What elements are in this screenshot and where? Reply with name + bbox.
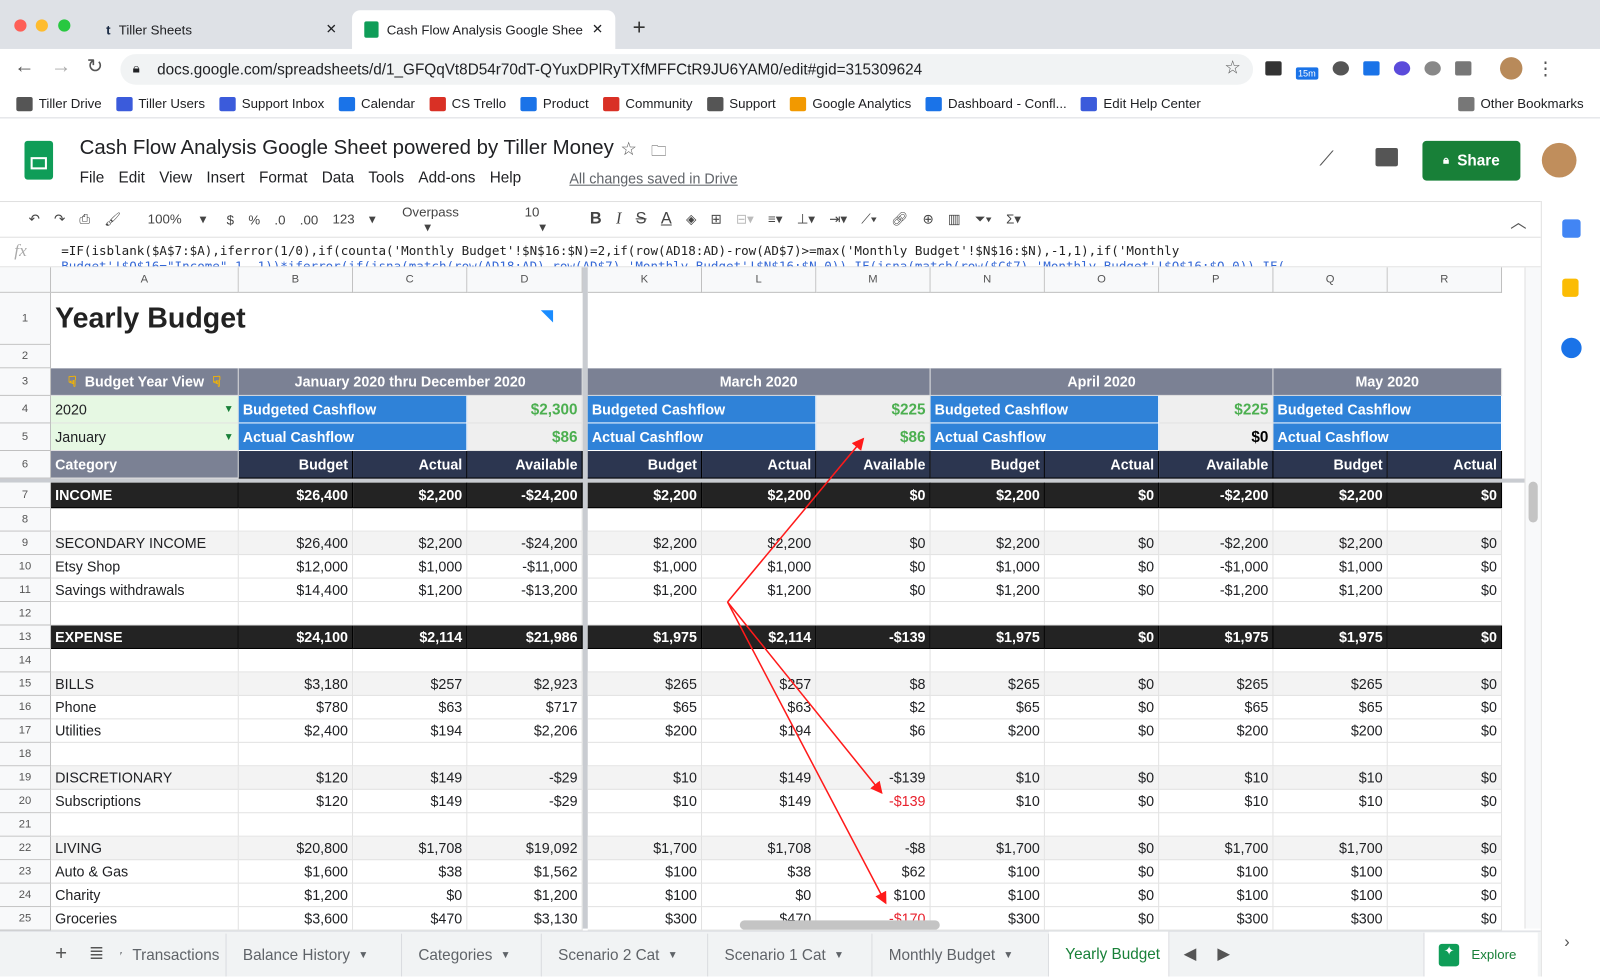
sheet-tab-label: Scenario 2 Cat (558, 946, 660, 964)
calendar-icon[interactable] (1562, 219, 1581, 238)
sheet-tab-label: Scenario 1 Cat (724, 946, 826, 964)
sheet-tab-label: Balance History (242, 946, 351, 964)
explore-button[interactable]: ✦ Explore (1423, 932, 1538, 977)
sheet-tab-label: Monthly Budget (888, 946, 996, 964)
tab-menu-arrow-icon[interactable]: ▼ (834, 949, 844, 960)
expand-panel-icon[interactable]: › (1564, 934, 1569, 952)
sheet-tab-label: Yearly Budget (1065, 945, 1161, 963)
sheet-tab-scenario-1-cat[interactable]: Scenario 1 Cat ▼ (708, 933, 873, 977)
sheet-tab-yearly-budget[interactable]: Yearly Budget (1048, 931, 1170, 977)
explore-icon: ✦ (1438, 943, 1460, 966)
sheet-tab-balance-history[interactable]: Balance History ▼ (227, 933, 403, 977)
side-panel: › (1540, 201, 1600, 977)
all-sheets-icon[interactable]: ≣ (89, 943, 104, 964)
tab-menu-arrow-icon[interactable]: ▼ (501, 949, 511, 960)
arrow-to-subscriptions (726, 601, 883, 795)
arrow-to-actual-cashflow (726, 437, 865, 603)
sheet-tab-label: Categories (418, 946, 493, 964)
tab-menu-arrow-icon[interactable]: ▼ (1003, 949, 1013, 960)
sheet-tab-transactions[interactable]: Transactions ▼ (120, 933, 227, 977)
browser-window: t Tiller Sheets ✕ Cash Flow Analysis Goo… (0, 0, 1600, 977)
tasks-icon[interactable] (1561, 337, 1582, 359)
arrow-to-groceries (726, 601, 887, 905)
scroll-tabs-left-icon[interactable]: ◀ (1184, 944, 1197, 964)
sheet-tab-scenario-2-cat[interactable]: Scenario 2 Cat ▼ (542, 933, 709, 977)
sheet-tab-label: Transactions (132, 946, 220, 964)
tab-menu-arrow-icon[interactable]: ▼ (668, 949, 678, 960)
scroll-tabs-right-icon[interactable]: ▶ (1217, 944, 1230, 964)
sheet-tab-monthly-budget[interactable]: Monthly Budget ▼ (872, 933, 1049, 977)
tab-menu-arrow-icon[interactable]: ▼ (120, 949, 124, 960)
keep-icon[interactable] (1562, 278, 1579, 297)
tab-menu-arrow-icon[interactable]: ▼ (358, 949, 368, 960)
sheet-tab-categories[interactable]: Categories ▼ (402, 933, 542, 977)
add-sheet-icon[interactable]: + (55, 943, 67, 966)
annotation-arrows (726, 437, 887, 905)
